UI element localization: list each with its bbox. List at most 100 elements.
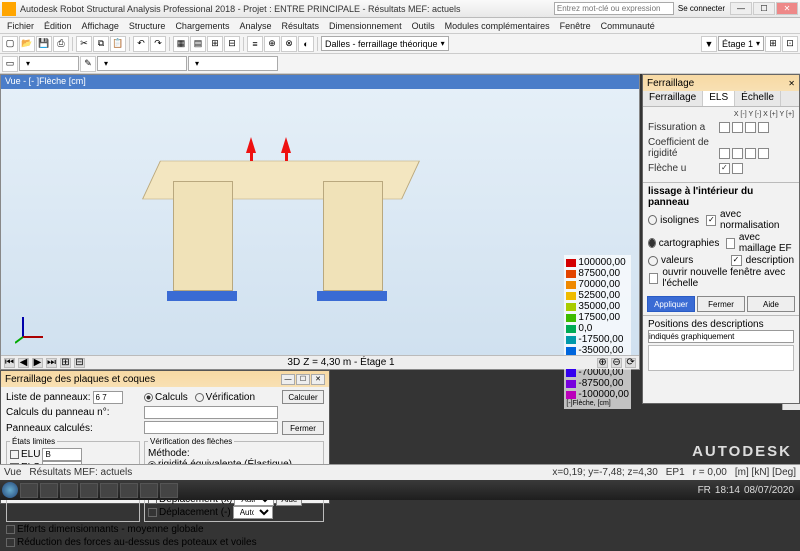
task-item[interactable] (100, 483, 118, 498)
select-icon[interactable]: ▭ (2, 56, 18, 72)
tool-icon[interactable]: ⊞ (207, 36, 223, 52)
dialog-titlebar[interactable]: Ferraillage des plaques et coques — ☐ ✕ (1, 371, 329, 387)
pos-input[interactable] (648, 330, 794, 343)
chk[interactable] (726, 238, 734, 249)
storey-combo[interactable]: Étage 1 (718, 36, 764, 51)
tab-echelle[interactable]: Échelle (735, 91, 781, 106)
viewport-3d[interactable]: Vue - [- ]Flèche [cm] 100000,0087500,007… (0, 74, 640, 370)
radio-valeurs[interactable] (648, 256, 658, 266)
close-button[interactable]: ✕ (776, 2, 798, 15)
task-item[interactable] (60, 483, 78, 498)
tool-icon[interactable]: ⊟ (224, 36, 240, 52)
nav-icon[interactable]: ⏭ (46, 358, 57, 368)
help-search-input[interactable] (554, 2, 674, 15)
maximize-button[interactable]: ☐ (753, 2, 775, 15)
chk[interactable] (758, 148, 769, 159)
chk[interactable] (745, 148, 756, 159)
radio-calculs[interactable] (144, 393, 153, 402)
chk[interactable] (706, 215, 716, 226)
menu-outils[interactable]: Outils (407, 21, 440, 31)
dlg-max-icon[interactable]: ☐ (296, 374, 310, 385)
chk[interactable] (731, 255, 742, 266)
chk-elu[interactable] (10, 450, 19, 459)
start-button[interactable] (2, 482, 18, 498)
appliquer-button[interactable]: Appliquer (647, 296, 695, 312)
tool-icon[interactable]: ▤ (190, 36, 206, 52)
tool-icon[interactable]: ⊞ (765, 36, 781, 52)
paste-icon[interactable]: 📋 (110, 36, 126, 52)
radio-carto[interactable] (648, 238, 656, 248)
chk[interactable] (745, 122, 756, 133)
dlg-min-icon[interactable]: — (281, 374, 295, 385)
fermer-button[interactable]: Fermer (697, 296, 745, 312)
chk-nouvfen[interactable] (649, 273, 658, 284)
nav-icon[interactable]: ▶ (32, 358, 43, 368)
calc-icon[interactable]: ≡ (247, 36, 263, 52)
tool-icon[interactable]: ⊕ (264, 36, 280, 52)
tray-lang[interactable]: FR (698, 485, 711, 496)
calculer-button[interactable]: Calculer (282, 390, 324, 404)
task-item[interactable] (40, 483, 58, 498)
chk[interactable] (719, 148, 730, 159)
elu-input[interactable] (42, 448, 82, 461)
menu-communaute[interactable]: Communauté (596, 21, 660, 31)
tab-els[interactable]: ELS (703, 91, 735, 106)
tool-icon[interactable]: ▦ (173, 36, 189, 52)
tool-icon[interactable]: ⊡ (782, 36, 798, 52)
sel-combo[interactable] (188, 56, 278, 71)
signin-link[interactable]: Se connecter (678, 4, 725, 13)
fermer-button[interactable]: Fermer (282, 421, 324, 435)
menu-dimensionnement[interactable]: Dimensionnement (324, 21, 407, 31)
menu-structure[interactable]: Structure (124, 21, 171, 31)
chk-efforts[interactable] (6, 525, 15, 534)
redo-icon[interactable]: ↷ (150, 36, 166, 52)
new-icon[interactable]: ▢ (2, 36, 18, 52)
menu-edition[interactable]: Édition (39, 21, 77, 31)
edit-icon[interactable]: ✎ (80, 56, 96, 72)
liste-input[interactable] (93, 391, 123, 404)
task-item[interactable] (140, 483, 158, 498)
sel-combo[interactable] (19, 56, 79, 71)
menu-affichage[interactable]: Affichage (77, 21, 124, 31)
menu-fichier[interactable]: Fichier (2, 21, 39, 31)
chk[interactable] (732, 148, 743, 159)
chk-deply[interactable] (148, 508, 157, 517)
nav-icon[interactable]: ⊕ (597, 358, 608, 368)
open-icon[interactable]: 📂 (19, 36, 35, 52)
filter-icon[interactable]: ▼ (701, 36, 717, 52)
radio-isolignes[interactable] (648, 215, 657, 225)
axes-gizmo-icon[interactable] (15, 311, 49, 345)
save-icon[interactable]: 💾 (36, 36, 52, 52)
layout-combo[interactable]: Dalles - ferraillage théorique (321, 36, 449, 51)
tool-icon[interactable]: ⊗ (281, 36, 297, 52)
chk[interactable] (719, 163, 730, 174)
menu-fenetre[interactable]: Fenêtre (555, 21, 596, 31)
aide-button[interactable]: Aide (747, 296, 795, 312)
chk[interactable] (758, 122, 769, 133)
menu-analyse[interactable]: Analyse (234, 21, 276, 31)
chk[interactable] (732, 163, 743, 174)
cut-icon[interactable]: ✂ (76, 36, 92, 52)
nav-prev-icon[interactable]: ⏮ (4, 358, 15, 368)
nav-icon[interactable]: ◀ (18, 358, 29, 368)
view-mode[interactable]: 3D (287, 357, 300, 368)
chk[interactable] (732, 122, 743, 133)
print-icon[interactable]: ⎙ (53, 36, 69, 52)
task-item[interactable] (20, 483, 38, 498)
minimize-button[interactable]: — (730, 2, 752, 15)
dlg-close-icon[interactable]: ✕ (311, 374, 325, 385)
sel-combo[interactable] (97, 56, 187, 71)
tab-ferraillage[interactable]: Ferraillage (643, 91, 703, 106)
undo-icon[interactable]: ↶ (133, 36, 149, 52)
task-item[interactable] (160, 483, 178, 498)
tool-icon[interactable]: ◐ (298, 36, 314, 52)
system-tray[interactable]: FR 18:14 08/07/2020 (698, 485, 798, 496)
radio-verif[interactable] (195, 393, 204, 402)
task-item[interactable] (120, 483, 138, 498)
nav-icon[interactable]: ⊖ (611, 358, 622, 368)
nav-icon[interactable]: ⊟ (74, 358, 85, 368)
menu-chargements[interactable]: Chargements (170, 21, 234, 31)
copy-icon[interactable]: ⧉ (93, 36, 109, 52)
task-item[interactable] (80, 483, 98, 498)
deply-select[interactable]: Auto (233, 506, 273, 519)
